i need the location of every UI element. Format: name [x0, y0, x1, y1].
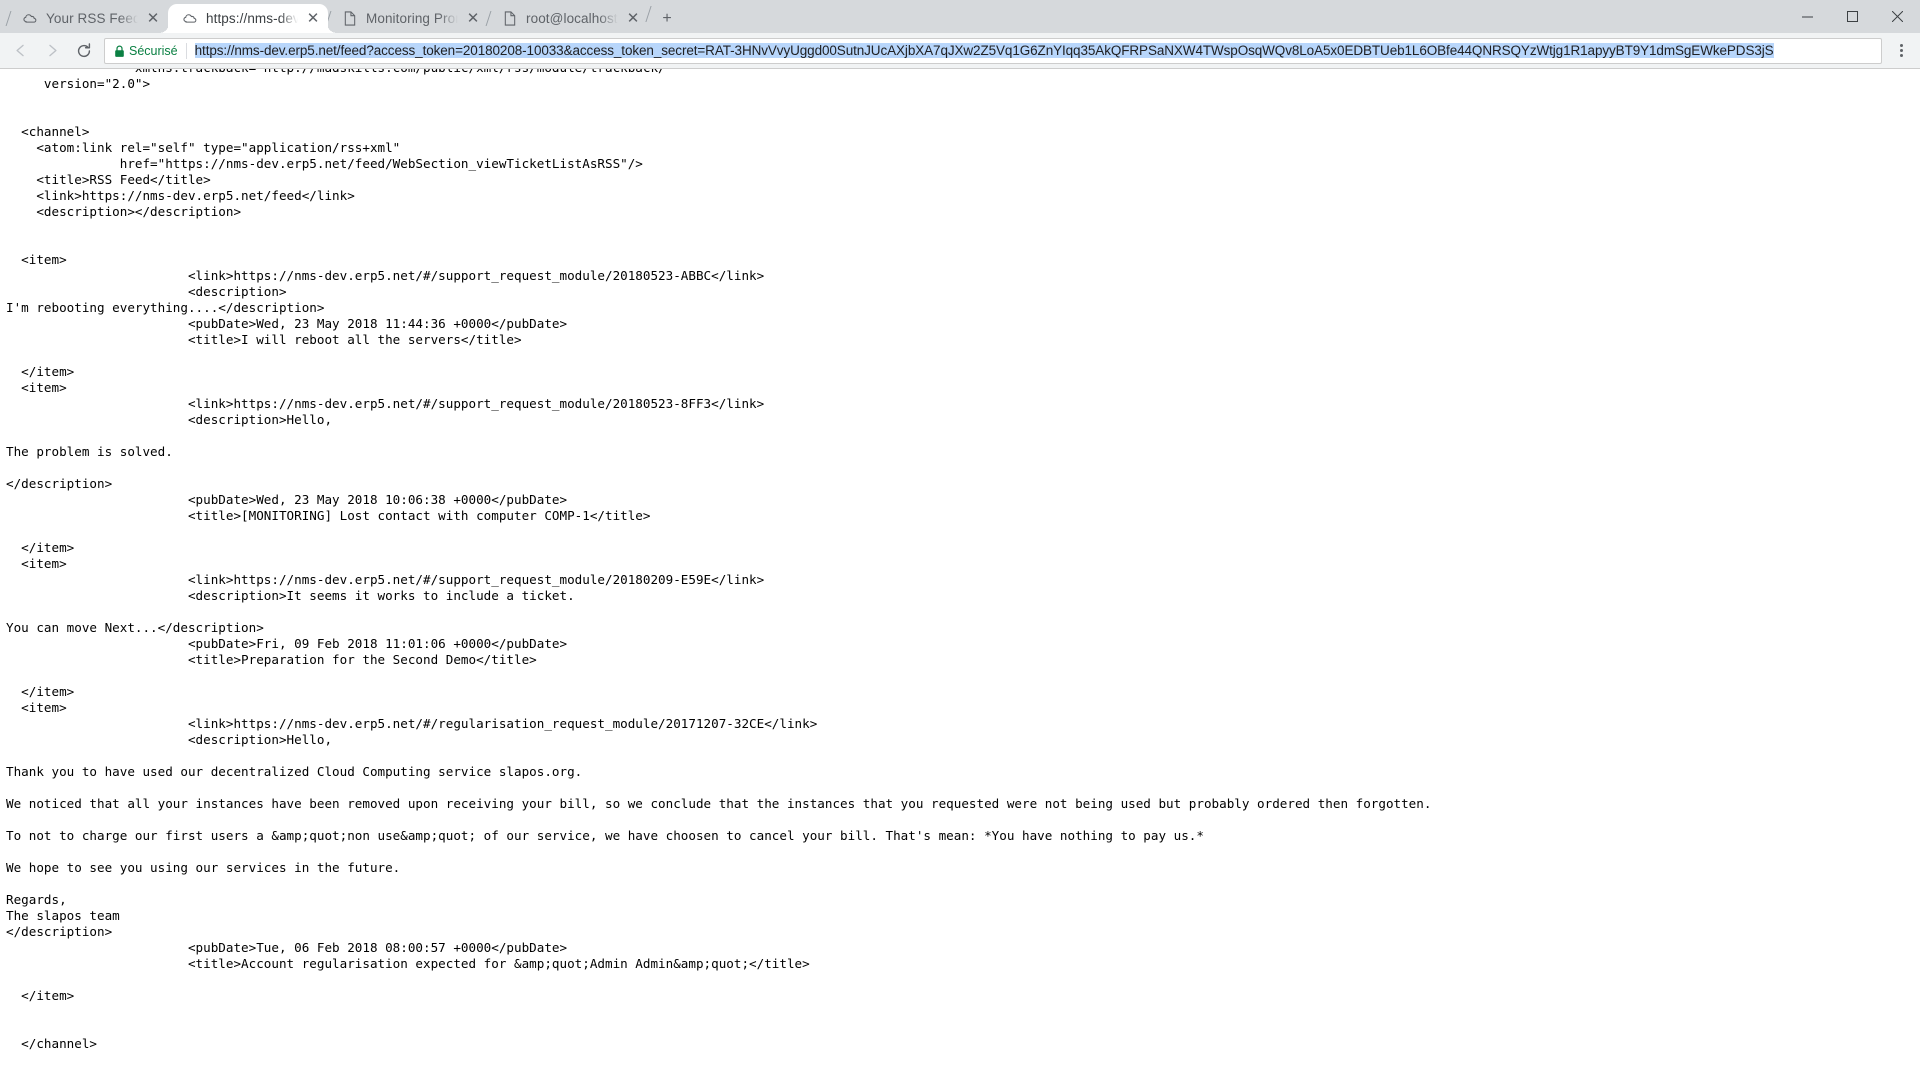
xml-source-text: xmlns:trackback="http://madskills.com/pu…	[6, 69, 1432, 1051]
page-icon	[342, 11, 358, 27]
browser-tab-label-2: Monitoring Promises Sta	[366, 11, 458, 26]
rss-cloud-icon	[182, 11, 198, 27]
url-selected-text: https://nms-dev.erp5.net/feed?access_tok…	[194, 43, 1774, 58]
tab-close-button-1[interactable]: ✕	[304, 10, 322, 28]
window-controls	[1785, 0, 1920, 33]
url-text[interactable]: https://nms-dev.erp5.net/feed?access_tok…	[187, 43, 1881, 58]
rss-cloud-icon	[22, 11, 38, 27]
tab-close-button-2[interactable]: ✕	[464, 10, 482, 28]
forward-button[interactable]	[38, 37, 66, 65]
tab-close-button-3[interactable]: ✕	[624, 10, 642, 28]
window-close-button[interactable]	[1875, 0, 1920, 33]
browser-toolbar: Sécurisé https://nms-dev.erp5.net/feed?a…	[0, 33, 1920, 69]
tab-strip: Your RSS Feed Link ✕ https://nms-dev.erp…	[0, 0, 1920, 33]
tabstrip-drag-area	[683, 0, 1785, 33]
back-button[interactable]	[6, 37, 34, 65]
page-viewport: xmlns:trackback="http://madskills.com/pu…	[0, 69, 1920, 1080]
browser-tab-label-1: https://nms-dev.erp5.net	[206, 11, 298, 26]
lock-icon	[114, 45, 124, 57]
new-tab-button[interactable]: +	[651, 4, 683, 33]
page-icon	[502, 11, 518, 27]
browser-tab-0[interactable]: Your RSS Feed Link ✕	[8, 4, 168, 33]
browser-tab-3[interactable]: root@localhost:/home/c ✕	[488, 4, 648, 33]
security-indicator[interactable]: Sécurisé	[105, 39, 186, 63]
browser-tab-label-3: root@localhost:/home/c	[526, 11, 618, 26]
window-maximize-button[interactable]	[1830, 0, 1875, 33]
reload-button[interactable]	[70, 37, 98, 65]
address-bar[interactable]: Sécurisé https://nms-dev.erp5.net/feed?a…	[104, 37, 1882, 64]
browser-tab-1[interactable]: https://nms-dev.erp5.net ✕	[159, 4, 337, 33]
kebab-menu-icon[interactable]	[1888, 37, 1914, 65]
browser-window: Your RSS Feed Link ✕ https://nms-dev.erp…	[0, 0, 1920, 1080]
browser-tab-label-0: Your RSS Feed Link	[46, 11, 138, 26]
browser-tab-2[interactable]: Monitoring Promises Sta ✕	[328, 4, 488, 33]
security-label: Sécurisé	[129, 43, 178, 58]
window-minimize-button[interactable]	[1785, 0, 1830, 33]
